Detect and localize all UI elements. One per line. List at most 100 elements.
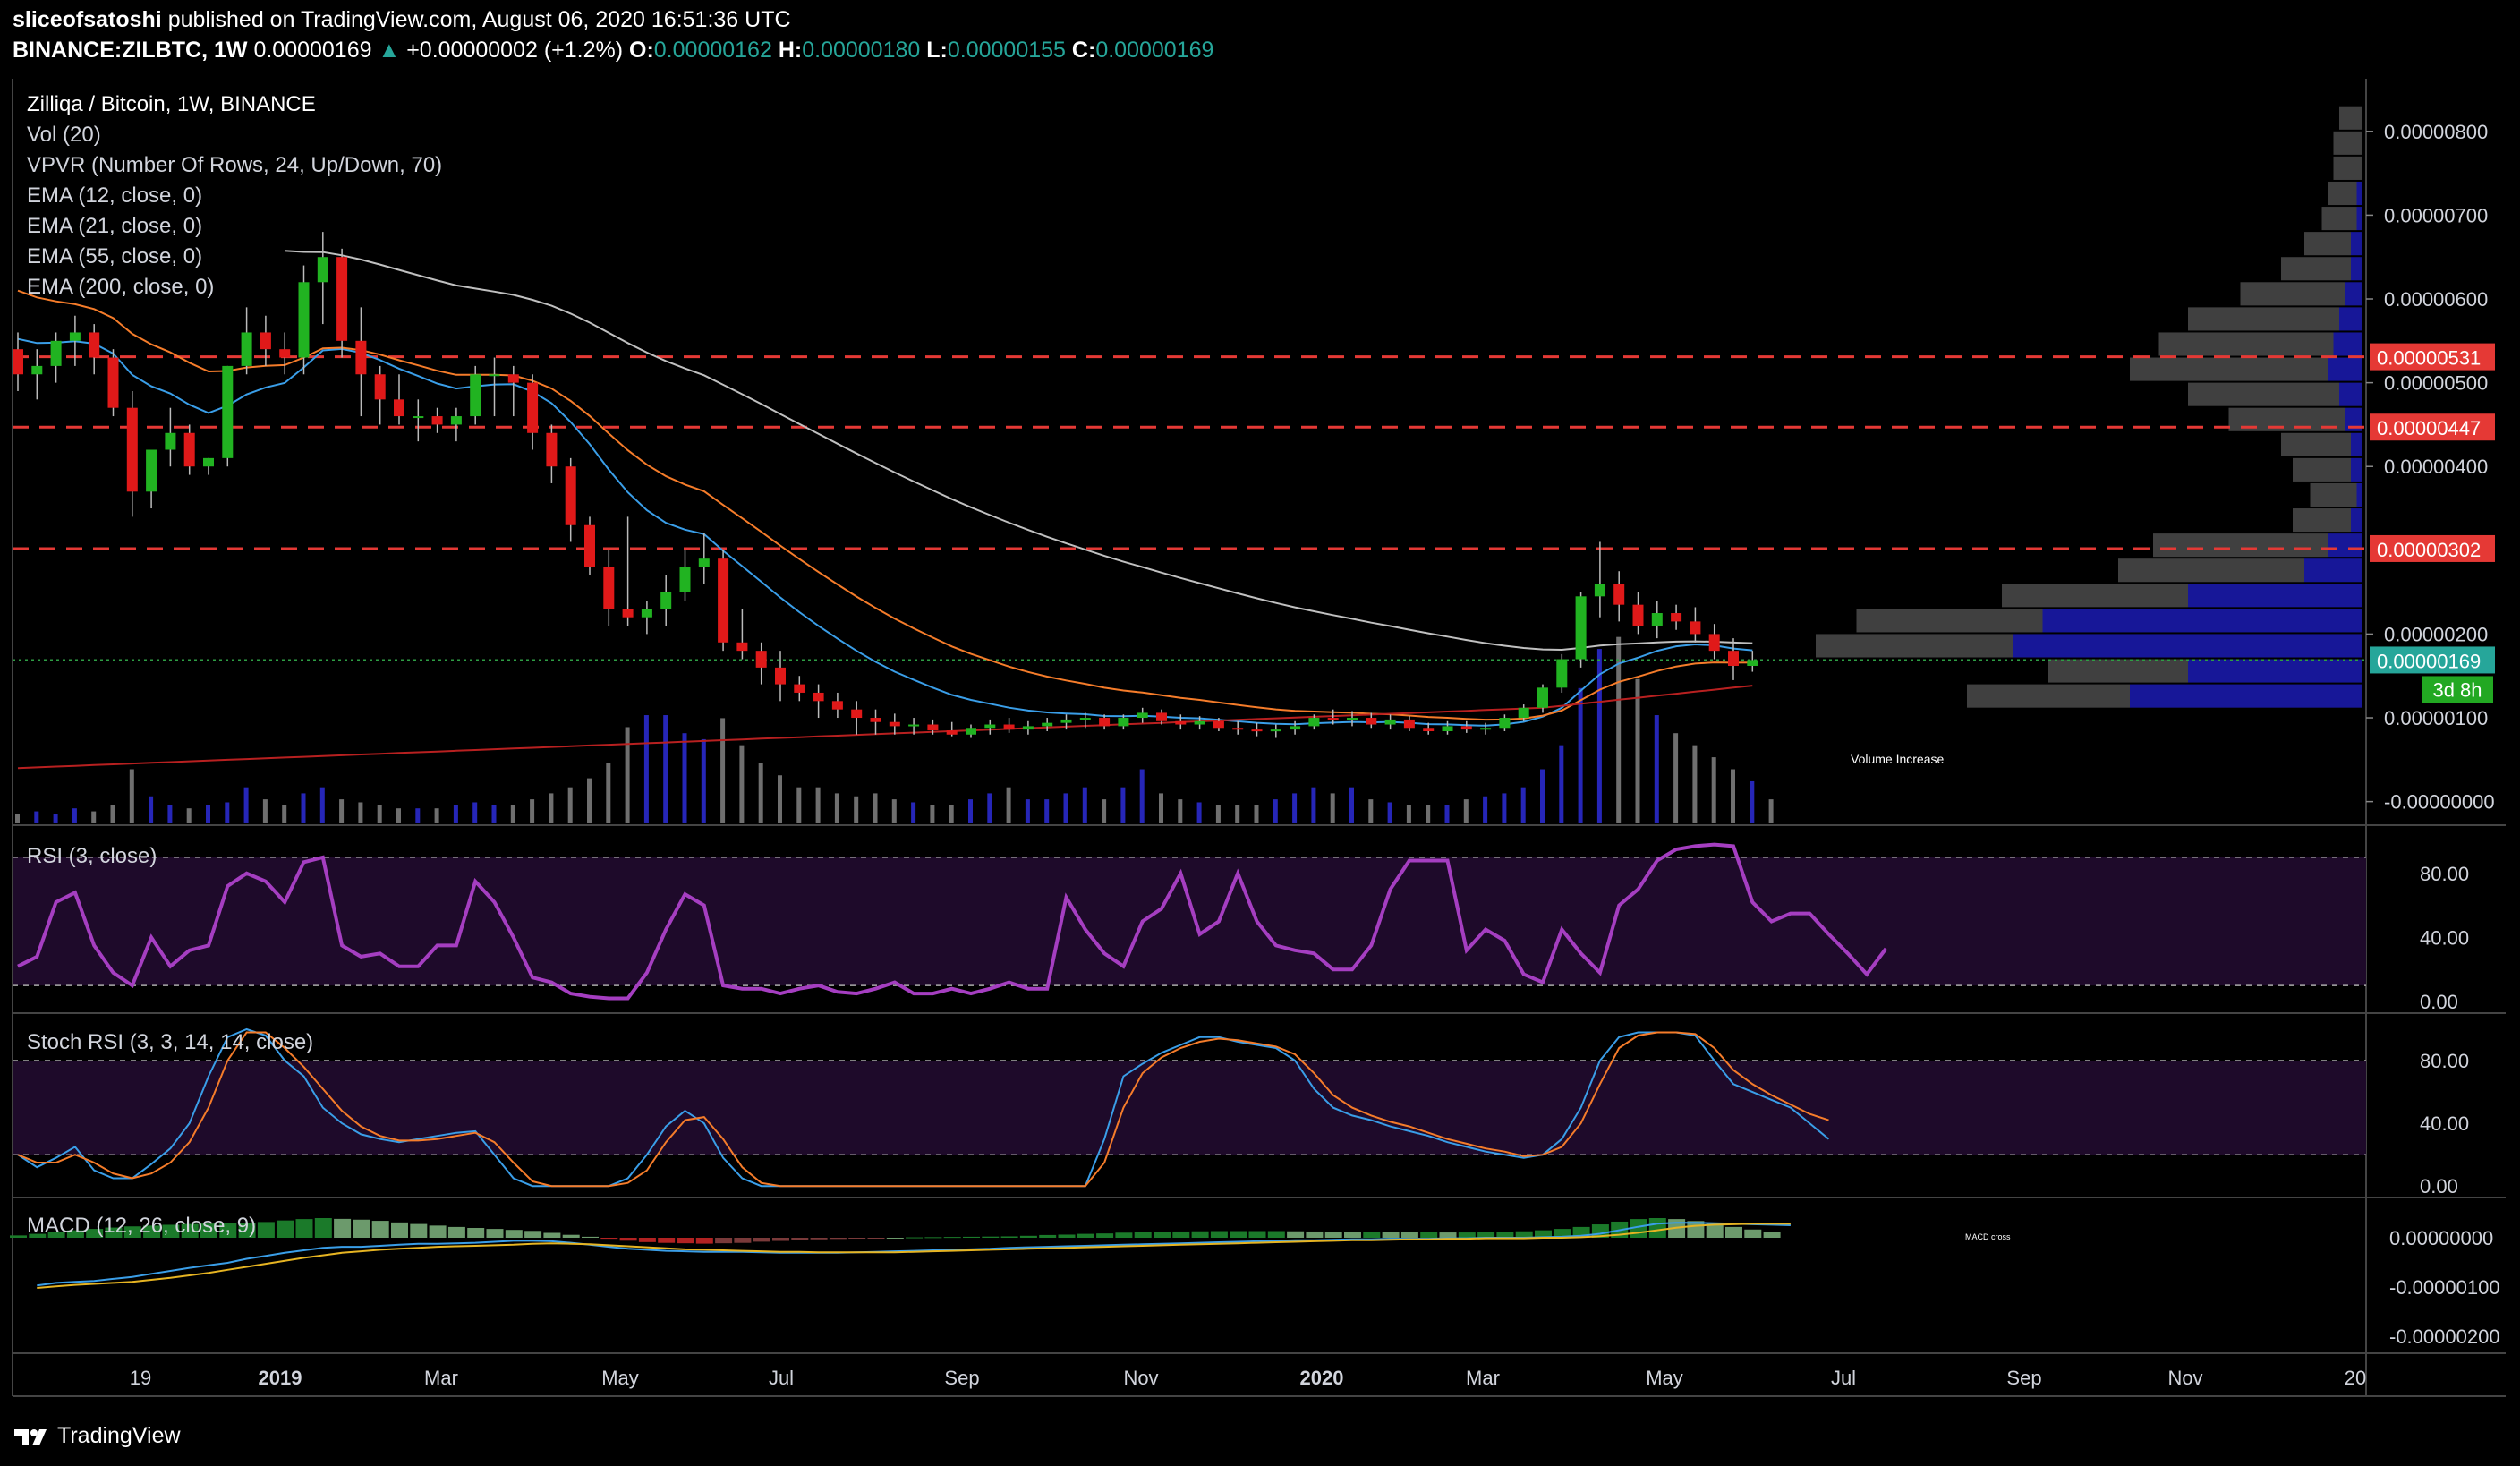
vpvr-up-bar	[2328, 533, 2362, 558]
rsi-legend[interactable]: RSI (3, close)	[27, 841, 157, 872]
macd-histogram-bar	[486, 1229, 504, 1238]
macd-histogram-bar	[1344, 1232, 1361, 1238]
legend-ema55[interactable]: EMA (55, close, 0)	[27, 242, 442, 272]
stoch-legend[interactable]: Stoch RSI (3, 3, 14, 14, close)	[27, 1027, 313, 1058]
candle-body	[1671, 613, 1682, 622]
candle-body	[1575, 596, 1587, 660]
time-axis-tick: May	[601, 1367, 639, 1389]
volume-bar	[453, 805, 458, 823]
candle-body	[450, 416, 462, 425]
time-axis-tick: Sep	[2006, 1367, 2041, 1389]
vpvr-up-bar	[2356, 207, 2362, 231]
candle-body	[431, 416, 443, 425]
volume-bar	[701, 738, 706, 823]
candle-body	[1327, 718, 1339, 720]
macd-histogram-bar	[582, 1236, 599, 1238]
candle-body	[1099, 718, 1111, 727]
vpvr-down-bar	[1856, 609, 2043, 633]
volume-bar	[1731, 769, 1735, 823]
price-axis-tick: -0.00000000	[2384, 791, 2495, 814]
candle-body	[603, 567, 615, 609]
candle-body	[584, 524, 595, 567]
vpvr-down-bar	[2188, 382, 2339, 406]
volume-bar	[1673, 733, 1679, 823]
candle-body	[527, 382, 539, 433]
macd-histogram-bar	[1191, 1231, 1209, 1238]
volume-bar	[854, 796, 859, 823]
candle-body	[1480, 728, 1492, 730]
volume-bar	[396, 808, 401, 823]
time-axis-tick: 19	[130, 1367, 151, 1389]
macd-histogram-bar	[257, 1222, 275, 1238]
candle-body	[1079, 718, 1091, 720]
candle-body	[1175, 720, 1187, 725]
vpvr-down-bar	[2293, 508, 2351, 533]
macd-histogram-bar	[695, 1238, 713, 1244]
price-axis-tick: 0.00000200	[2384, 623, 2488, 645]
volume-bar	[1102, 799, 1107, 823]
candle-body	[1347, 718, 1358, 720]
volume-bar	[1406, 805, 1411, 823]
candle-body	[279, 349, 291, 358]
macd-histogram-bar	[391, 1222, 408, 1238]
stoch-axis-tick: 80.00	[2420, 1050, 2469, 1072]
volume-bar	[1654, 715, 1659, 823]
candle-body	[908, 724, 920, 727]
volume-bar	[987, 793, 992, 823]
vpvr-up-bar	[2328, 357, 2362, 381]
candle-body	[889, 721, 900, 727]
candle-body	[1518, 707, 1529, 719]
macd-histogram-bar	[467, 1228, 485, 1238]
macd-histogram-bar	[1363, 1232, 1381, 1238]
candle-body	[31, 365, 43, 375]
candle-body	[1194, 720, 1205, 725]
legend-volume[interactable]: Vol (20)	[27, 120, 442, 150]
macd-histogram-bar	[1210, 1231, 1228, 1238]
candle-body	[1556, 659, 1568, 688]
footer-brand[interactable]: TradingView	[13, 1418, 181, 1453]
legend-ema21[interactable]: EMA (21, close, 0)	[27, 211, 442, 242]
candle-body	[1594, 584, 1605, 597]
volume-bar	[1273, 799, 1278, 823]
volume-bar	[1559, 745, 1564, 823]
volume-bar	[319, 787, 325, 823]
volume-bar	[643, 715, 649, 823]
legend-symbol[interactable]: Zilliqa / Bitcoin, 1W, BINANCE	[27, 89, 442, 120]
macd-histogram-bar	[1725, 1226, 1742, 1238]
price-axis-tick: 0.00000400	[2384, 456, 2488, 478]
volume-bar	[91, 811, 97, 823]
macd-histogram-bar	[1706, 1223, 1724, 1238]
time-axis-tick: Mar	[424, 1367, 458, 1389]
volume-bar	[491, 805, 497, 823]
vpvr-up-bar	[2339, 307, 2362, 331]
volume-bar	[472, 802, 478, 823]
volume-bar	[682, 733, 687, 823]
macd-histogram-bar	[1324, 1232, 1342, 1238]
candle-body	[50, 340, 62, 366]
candle-body	[1537, 687, 1548, 708]
price-axis-tick: 0.00000700	[2384, 204, 2488, 226]
macd-histogram-bar	[772, 1238, 789, 1241]
volume-bar	[930, 805, 935, 823]
volume-bar	[1444, 805, 1450, 823]
macd-histogram-bar	[619, 1238, 637, 1241]
legend-ema200[interactable]: EMA (200, close, 0)	[27, 272, 442, 303]
time-axis-tick: Nov	[2167, 1367, 2202, 1389]
legend-vpvr[interactable]: VPVR (Number Of Rows, 24, Up/Down, 70)	[27, 150, 442, 181]
vpvr-up-bar	[2188, 659, 2362, 683]
macd-axis-tick: 0.00000000	[2389, 1227, 2493, 1249]
volume-bar	[1483, 796, 1488, 823]
macd-histogram-bar	[1000, 1236, 1018, 1238]
stoch-band	[13, 1061, 2366, 1155]
macd-histogram-bar	[1458, 1232, 1476, 1238]
macd-legend[interactable]: MACD (12, 26, close, 9)	[27, 1211, 256, 1241]
time-axis-tick: 2019	[259, 1367, 302, 1389]
vpvr-down-bar	[2048, 659, 2188, 683]
legend-ema12[interactable]: EMA (12, close, 0)	[27, 181, 442, 211]
vpvr-down-bar	[2304, 232, 2351, 256]
current-price-text: 0.00000169	[2377, 650, 2481, 672]
macd-histogram-bar	[791, 1238, 809, 1240]
candle-body	[13, 349, 23, 375]
candle-body	[507, 374, 519, 383]
volume-bar	[739, 745, 745, 823]
